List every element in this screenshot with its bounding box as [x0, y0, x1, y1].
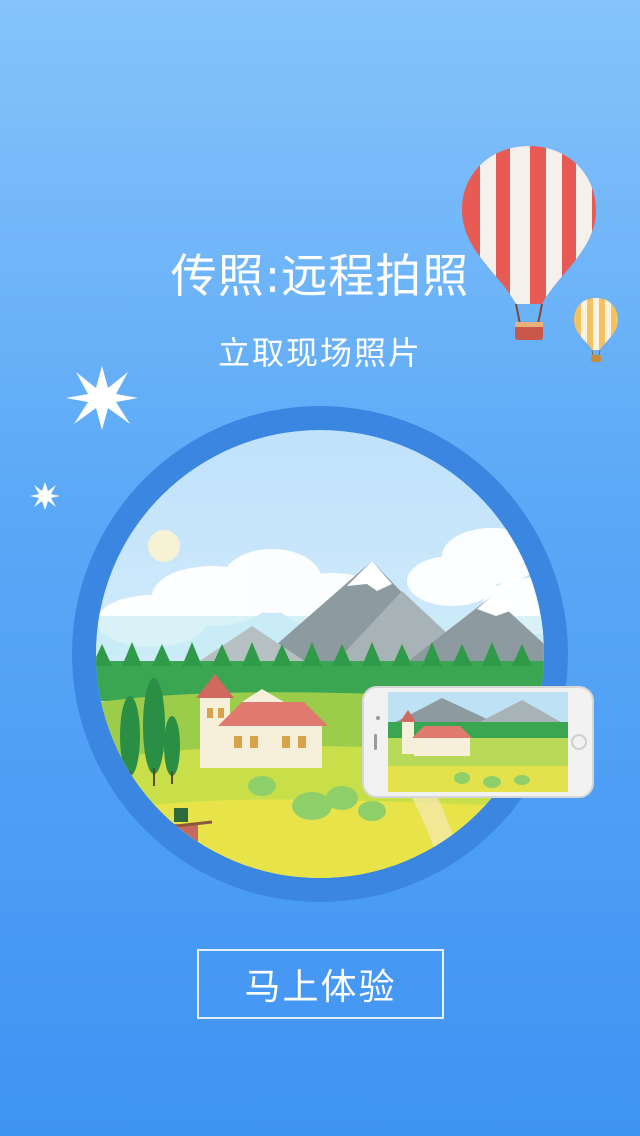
- try-now-button[interactable]: 马上体验: [197, 949, 444, 1019]
- phone-icon: [362, 686, 594, 798]
- sparkle-icon: [30, 482, 60, 510]
- hot-air-balloon-icon: [574, 298, 618, 362]
- landscape-illustration: [72, 406, 568, 902]
